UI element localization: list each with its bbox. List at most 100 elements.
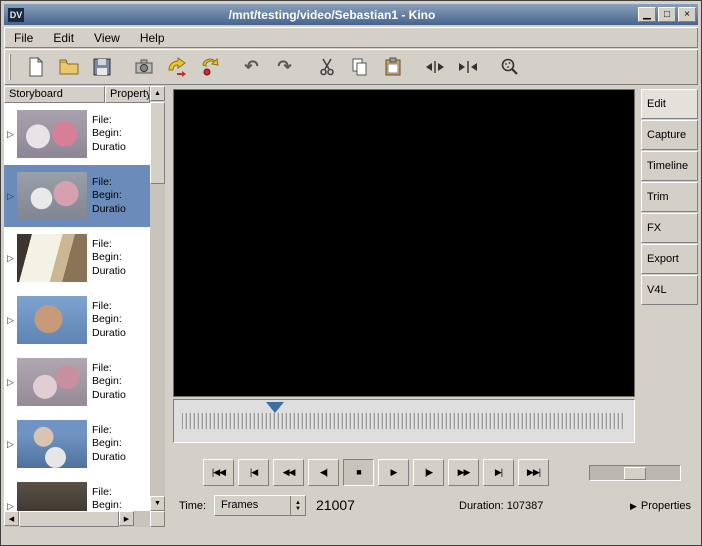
split-scene-button[interactable] — [419, 53, 450, 82]
properties-toggle[interactable]: ▶ Properties — [630, 500, 691, 512]
file-label: File: — [92, 238, 126, 252]
scroll-down-icon[interactable]: ▼ — [150, 496, 165, 511]
redo-icon: ↷ — [277, 57, 291, 77]
tab-trim[interactable]: Trim — [641, 182, 698, 212]
window-title: /mnt/testing/video/Sebastian1 - Kino — [28, 8, 636, 22]
expander-icon[interactable]: ▷ — [4, 129, 17, 140]
expander-icon[interactable]: ▷ — [4, 377, 17, 388]
begin-label: Begin: — [92, 189, 126, 203]
open-button[interactable] — [53, 53, 84, 82]
storyboard-row-4[interactable]: ▷ File: Begin: Duratio — [4, 289, 150, 351]
new-button[interactable] — [20, 53, 51, 82]
shuttle-slider[interactable] — [589, 465, 681, 481]
storyboard-row-1[interactable]: ▷ File: Begin: Duratio — [4, 103, 150, 165]
storyboard-vertical-scrollbar[interactable]: ▲ ▼ — [150, 86, 165, 511]
frame-back-button[interactable]: ◀| — [308, 459, 339, 486]
paste-button[interactable] — [377, 53, 408, 82]
still-frame-button[interactable] — [128, 53, 159, 82]
storyboard-column-header[interactable]: Storyboard — [4, 86, 105, 103]
storyboard-row-6[interactable]: ▷ File: Begin: Duratio — [4, 413, 150, 475]
toolbar-grip[interactable] — [9, 54, 14, 80]
publish-icon — [166, 56, 188, 78]
kino-window: DV /mnt/testing/video/Sebastian1 - Kino … — [0, 0, 702, 546]
tab-v4l[interactable]: V4L — [641, 275, 698, 305]
scroll-up-icon[interactable]: ▲ — [150, 86, 165, 101]
combo-spin-icons[interactable]: ▲ ▼ — [290, 496, 305, 515]
fast-forward-button[interactable]: ▶▶ — [448, 459, 479, 486]
scene-thumbnail[interactable] — [17, 420, 87, 468]
scene-thumbnail[interactable] — [17, 482, 87, 511]
redo-button[interactable]: ↷ — [269, 53, 300, 82]
expander-icon[interactable]: ▷ — [4, 315, 17, 326]
save-button[interactable] — [86, 53, 117, 82]
copy-button[interactable] — [344, 53, 375, 82]
storyboard-row-2-selected[interactable]: ▷ File: Begin: Duratio — [4, 165, 150, 227]
horizontal-scroll-thumb[interactable] — [19, 511, 119, 527]
scene-thumbnail[interactable] — [17, 296, 87, 344]
spin-down-icon[interactable]: ▼ — [295, 506, 301, 512]
cut-button[interactable] — [311, 53, 342, 82]
transport-controls: |◀◀ |◀ ◀◀ ◀| ■ ▶ |▶ ▶▶ ▶| ▶▶| — [173, 457, 635, 487]
scene-thumbnail[interactable] — [17, 172, 87, 220]
duration-value: Duration: 107387 — [459, 500, 543, 512]
storyboard-row-7[interactable]: ▷ File: Begin: Duratio — [4, 475, 150, 511]
tab-fx[interactable]: FX — [641, 213, 698, 243]
stop-button[interactable]: ■ — [343, 459, 374, 486]
vertical-scroll-thumb[interactable] — [150, 102, 165, 184]
scene-properties: File: Begin: Duratio — [87, 176, 126, 217]
paste-icon — [382, 56, 404, 78]
maximize-button[interactable]: □ — [658, 7, 676, 22]
menu-edit[interactable]: Edit — [43, 28, 84, 48]
tab-capture[interactable]: Capture — [641, 120, 698, 150]
expander-icon[interactable]: ▷ — [4, 439, 17, 450]
storyboard-row-3[interactable]: ▷ File: Begin: Duratio — [4, 227, 150, 289]
storyboard-horizontal-scrollbar[interactable]: ◀ ▶ — [4, 511, 150, 527]
expander-icon[interactable]: ▷ — [4, 253, 17, 264]
save-icon — [91, 56, 113, 78]
scrub-bar[interactable] — [173, 399, 635, 443]
prev-scene-button[interactable]: |◀ — [238, 459, 269, 486]
menu-help[interactable]: Help — [130, 28, 175, 48]
scene-thumbnail[interactable] — [17, 358, 87, 406]
tab-timeline[interactable]: Timeline — [641, 151, 698, 181]
file-label: File: — [92, 424, 126, 438]
scene-thumbnail[interactable] — [17, 234, 87, 282]
file-label: File: — [92, 362, 126, 376]
seek-start-button[interactable]: |◀◀ — [203, 459, 234, 486]
mode-tabs: Edit Capture Timeline Trim FX Export V4L — [641, 89, 698, 306]
scroll-right-icon[interactable]: ▶ — [119, 511, 134, 526]
magnify-button[interactable] — [494, 53, 525, 82]
menu-view[interactable]: View — [84, 28, 130, 48]
file-label: File: — [92, 300, 126, 314]
minimize-button[interactable]: ▁ — [638, 7, 656, 22]
next-scene-button[interactable]: ▶| — [483, 459, 514, 486]
scroll-left-icon[interactable]: ◀ — [4, 511, 19, 526]
scene-thumbnail[interactable] — [17, 110, 87, 158]
tab-export[interactable]: Export — [641, 244, 698, 274]
undo-history-button[interactable] — [194, 53, 225, 82]
position-marker[interactable] — [266, 402, 284, 413]
shuttle-slider-thumb[interactable] — [624, 467, 646, 480]
duration-label: Duratio — [92, 389, 126, 403]
seek-end-button[interactable]: ▶▶| — [518, 459, 549, 486]
close-button[interactable]: × — [678, 7, 696, 22]
expander-icon[interactable]: ▷ — [4, 191, 17, 202]
tab-edit[interactable]: Edit — [641, 89, 698, 119]
audio-waveform-strip[interactable] — [182, 413, 624, 429]
publish-button[interactable] — [161, 53, 192, 82]
join-scene-button[interactable] — [452, 53, 483, 82]
play-button[interactable]: ▶ — [378, 459, 409, 486]
toolbar: ↶ ↷ — [4, 49, 698, 85]
undo-button[interactable]: ↶ — [236, 53, 267, 82]
expander-icon[interactable]: ▷ — [4, 501, 17, 512]
frame-forward-button[interactable]: |▶ — [413, 459, 444, 486]
time-units-combo[interactable]: Frames ▲ ▼ — [214, 495, 306, 516]
video-preview[interactable] — [173, 89, 635, 397]
file-label: File: — [92, 486, 126, 500]
menu-file[interactable]: File — [4, 28, 43, 48]
titlebar[interactable]: DV /mnt/testing/video/Sebastian1 - Kino … — [4, 4, 698, 25]
property-column-header[interactable]: Property — [105, 86, 150, 103]
scene-properties: File: Begin: Duratio — [87, 424, 126, 465]
rewind-button[interactable]: ◀◀ — [273, 459, 304, 486]
storyboard-row-5[interactable]: ▷ File: Begin: Duratio — [4, 351, 150, 413]
